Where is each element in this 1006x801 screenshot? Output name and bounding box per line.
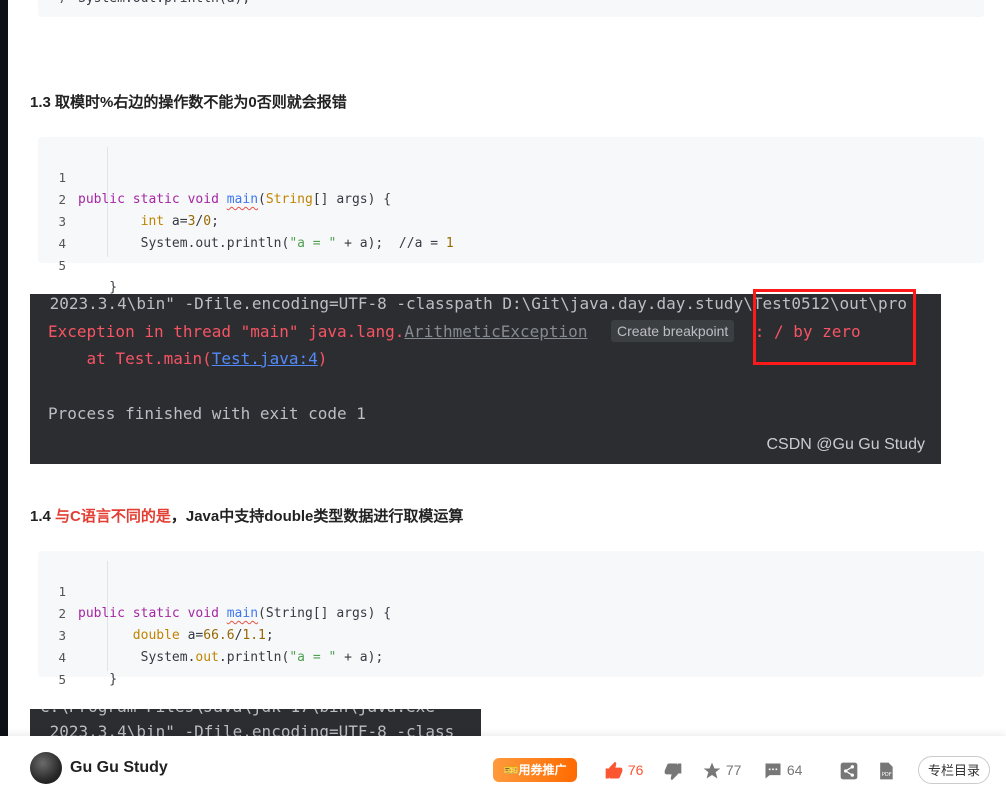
- column-toc-button[interactable]: 专栏目录: [918, 756, 990, 784]
- pdf-icon: PDF: [880, 762, 893, 780]
- ticket-icon: 🎫: [503, 763, 519, 777]
- section-heading: 1.3 取模时%右边的操作数不能为0否则就会报错: [30, 94, 347, 111]
- watermark: CSDN @Gu Gu Study: [766, 436, 925, 453]
- code-block-top: 7System.out.println(a);: [38, 0, 984, 17]
- thumbs-up-icon: [605, 762, 623, 779]
- code-line: 5: [58, 672, 66, 687]
- exception-line: Exception in thread "main" java.lang.Ari…: [48, 322, 861, 341]
- code-line: 3 System.out.println("a = " + a); //a = …: [58, 214, 454, 251]
- svg-text:PDF: PDF: [882, 772, 892, 778]
- share-button[interactable]: [839, 758, 859, 782]
- comment-icon: [765, 763, 781, 779]
- code-line: 4 }: [58, 650, 118, 687]
- source-link[interactable]: Test.java:4: [212, 349, 318, 368]
- code-line: System.out.println(a);: [78, 0, 250, 10]
- pdf-button[interactable]: PDF: [876, 758, 896, 782]
- highlight-box: [753, 289, 916, 365]
- favorite-button[interactable]: 77: [702, 758, 741, 782]
- code-block: 1 public static void main(String[] args)…: [38, 137, 984, 295]
- favorite-count: 77: [725, 762, 742, 778]
- left-edge-bar: [0, 0, 8, 801]
- section-heading: 1.4 与C语言不同的是，Java中支持double类型数据进行取模运算: [30, 508, 464, 525]
- process-exit-line: Process finished with exit code 1: [48, 404, 366, 423]
- like-count: 76: [627, 762, 644, 778]
- like-button[interactable]: 76: [604, 758, 643, 782]
- code-line: 4: [58, 236, 66, 251]
- promo-button[interactable]: 🎫用券推广: [493, 758, 577, 782]
- code-line: 2 double a=66.6/1.1;: [58, 606, 274, 643]
- terminal-line: C:\Program Files\Java\jdk-17\bin\java.ex…: [40, 709, 435, 719]
- code-block: 1 public static void main(String[] args)…: [38, 551, 984, 687]
- code-line: 1 public static void main(String[] args)…: [58, 584, 392, 621]
- share-icon: [840, 762, 858, 780]
- bottom-toolbar: Gu Gu Study 🎫用券推广 76 77 64 PDF 专栏目录: [0, 736, 1006, 801]
- star-icon: [703, 762, 721, 779]
- comment-button[interactable]: 64: [763, 758, 802, 782]
- comment-count: 64: [786, 762, 803, 778]
- code-line: 3 System.out.println("a = " + a);: [58, 628, 384, 665]
- code-line: 2 int a=3/0;: [58, 192, 219, 229]
- thumbs-down-icon: [664, 763, 682, 781]
- stacktrace-line: at Test.main(Test.java:4): [48, 349, 328, 368]
- create-breakpoint-tooltip[interactable]: Create breakpoint: [611, 320, 735, 342]
- code-line: 1 public static void main(String[] args)…: [58, 170, 392, 207]
- exception-class-link[interactable]: ArithmeticException: [404, 322, 587, 341]
- author-avatar[interactable]: [30, 752, 62, 784]
- code-line: 5 }: [58, 258, 118, 295]
- author-name[interactable]: Gu Gu Study: [70, 759, 168, 777]
- dislike-button[interactable]: [663, 758, 683, 782]
